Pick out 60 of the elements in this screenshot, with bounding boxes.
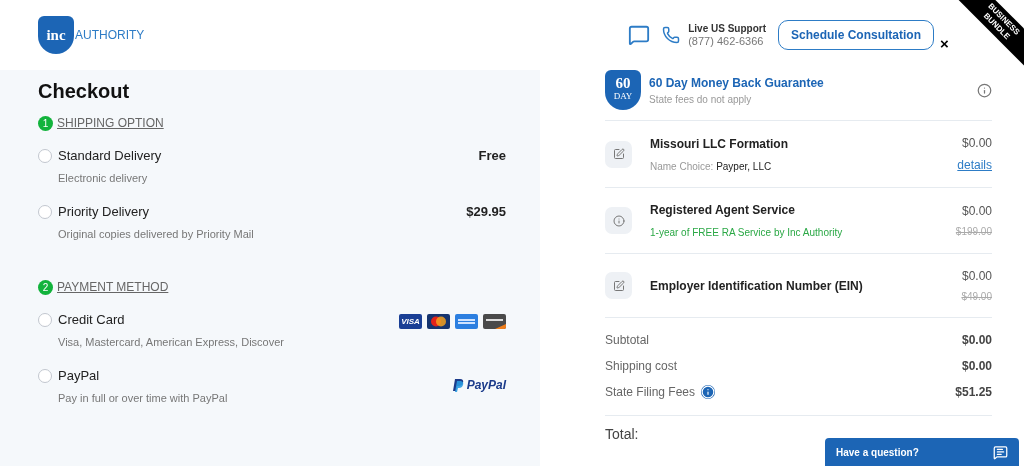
total-label: State Filing Fees: [605, 384, 696, 401]
amex-card-icon: [455, 314, 478, 329]
total-label: Subtotal: [605, 332, 650, 349]
old-price: $49.00: [961, 290, 992, 304]
chat-bubble-icon: [993, 444, 1008, 460]
step-badge: 1: [38, 115, 53, 131]
schedule-consultation-button[interactable]: Schedule Consultation: [778, 20, 934, 50]
chat-label: Have a question?: [836, 445, 919, 460]
option-label[interactable]: Credit Card: [58, 310, 393, 330]
option-label[interactable]: PayPal: [58, 366, 447, 386]
radio-button[interactable]: [38, 369, 52, 383]
price: Free: [478, 147, 506, 165]
old-price: $199.00: [955, 225, 992, 239]
total-label: Shipping cost: [605, 358, 678, 375]
item-price: $0.00: [961, 135, 992, 152]
info-icon[interactable]: [605, 207, 632, 234]
checkout-title: Checkout: [38, 79, 131, 104]
section-title[interactable]: SHIPPING OPTION: [57, 114, 164, 132]
option-label[interactable]: Standard Delivery: [58, 146, 473, 166]
price: $29.95: [466, 203, 506, 221]
guarantee-title: 60 Day Money Back Guarantee: [649, 74, 825, 92]
chat-widget[interactable]: Have a question?: [825, 438, 1019, 466]
item-note: 1-year of FREE RA Service by Inc Authority: [650, 226, 844, 240]
item-name: Employer Identification Number (EIN): [650, 277, 864, 295]
item-price: $0.00: [961, 268, 992, 285]
discover-card-icon: [483, 314, 506, 329]
total-value: $0.00: [961, 358, 992, 375]
option-description: Original copies delivered by Priority Mail: [58, 226, 255, 242]
chat-icon[interactable]: [628, 24, 651, 46]
paypal-logo: PayPal: [452, 376, 506, 394]
logo-shield[interactable]: inc: [38, 16, 74, 54]
option-label[interactable]: Priority Delivery: [58, 202, 461, 222]
close-button[interactable]: ×: [940, 36, 949, 51]
option-description: Electronic delivery: [58, 170, 149, 186]
support-phone[interactable]: (877) 462-6366: [688, 35, 766, 48]
radio-button[interactable]: [38, 205, 52, 219]
visa-card-icon: VISA: [399, 314, 422, 329]
radio-button[interactable]: [38, 313, 52, 327]
option-description: Visa, Mastercard, American Express, Discover: [58, 334, 285, 350]
support-label: Live US Support: [688, 22, 766, 35]
option-description: Pay in full or over time with PayPal: [58, 390, 229, 406]
item-name: Missouri LLC Formation: [650, 135, 789, 153]
info-icon[interactable]: [977, 82, 992, 98]
guarantee-subtitle: State fees do not apply: [649, 92, 753, 107]
item-name: Registered Agent Service: [650, 202, 796, 219]
section-title[interactable]: PAYMENT METHOD: [57, 278, 169, 296]
logo-text[interactable]: AUTHORITY: [75, 26, 145, 44]
radio-button[interactable]: [38, 149, 52, 163]
phone-icon[interactable]: [662, 26, 681, 44]
name-choice: Name Choice: Payper, LLC: [650, 159, 773, 174]
details-link[interactable]: details: [957, 156, 992, 174]
item-price: $0.00: [961, 203, 992, 220]
mastercard-icon: [427, 314, 450, 329]
guarantee-badge: 60 DAY: [605, 70, 641, 110]
total-value: $0.00: [961, 332, 992, 349]
total-label: Total:: [605, 425, 640, 444]
edit-icon[interactable]: [605, 140, 632, 168]
edit-icon[interactable]: [605, 272, 632, 299]
step-badge: 2: [38, 279, 53, 295]
total-value: $51.25: [955, 384, 992, 401]
